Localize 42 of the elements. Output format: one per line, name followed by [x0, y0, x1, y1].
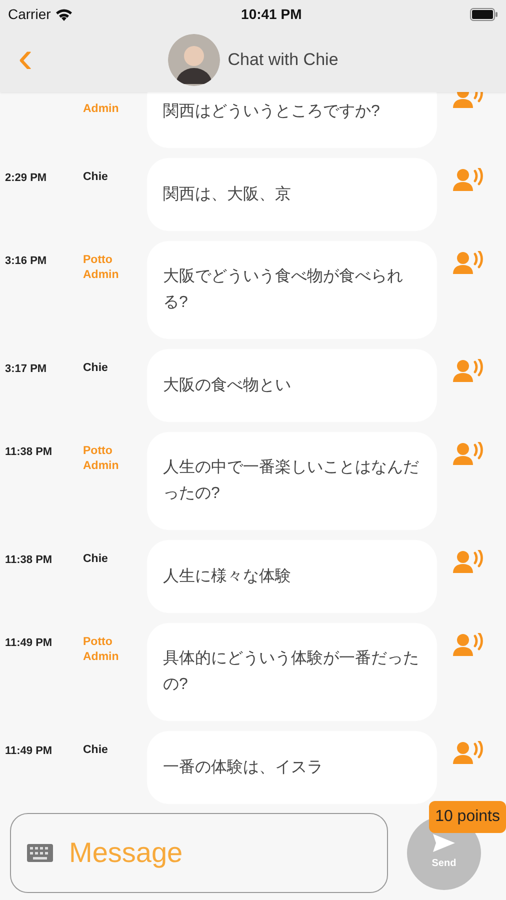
message-bubble: 具体的にどういう体験が一番だったの?: [147, 623, 437, 721]
message-bubble: 一番の体験は、イスラ: [147, 731, 437, 804]
wifi-icon: [54, 8, 73, 20]
keyboard-icon[interactable]: [27, 844, 53, 862]
speaker-person-icon[interactable]: [453, 633, 483, 657]
message-bubble: 大阪でどういう食べ物が食べられる?: [147, 241, 437, 339]
sender-name: Chie: [83, 743, 108, 758]
speaker-person-icon[interactable]: [453, 92, 483, 109]
carrier-label: Carrier: [8, 4, 51, 24]
message-time: 2:29 PM: [5, 172, 47, 184]
speaker-person-icon[interactable]: [453, 741, 483, 765]
message-time: 11:38 PM: [5, 554, 52, 566]
message-time: 3:17 PM: [5, 363, 47, 375]
message-bubble: 大阪の食べ物とい: [147, 349, 437, 422]
message-bubble: 関西は、大阪、京: [147, 158, 437, 231]
sender-name: Admin: [83, 102, 119, 117]
message-time: 11:49 PM: [5, 745, 52, 757]
sender-name: Chie: [83, 361, 108, 376]
speaker-person-icon[interactable]: [453, 359, 483, 383]
speaker-person-icon[interactable]: [453, 168, 483, 192]
speaker-person-icon[interactable]: [453, 251, 483, 275]
sender-name: Chie: [83, 552, 108, 567]
battery-icon: [470, 8, 498, 20]
sender-name: Potto Admin: [83, 444, 120, 474]
sender-name: Potto Admin: [83, 635, 120, 665]
message-time: 3:16 PM: [5, 255, 47, 267]
chat-title: Chat with Chie: [228, 49, 338, 72]
message-box[interactable]: Message: [10, 812, 388, 892]
message-input[interactable]: Message: [69, 832, 349, 874]
status-time: 10:41 PM: [241, 4, 302, 24]
message-time: 11:49 PM: [5, 637, 52, 649]
message-bubble: 人生に様々な体験: [147, 540, 437, 613]
sender-name: Potto Admin: [83, 253, 120, 283]
speaker-person-icon[interactable]: [453, 550, 483, 574]
points-badge: 10 points: [429, 801, 506, 833]
avatar-icon: [168, 34, 220, 86]
message-time: 11:38 PM: [5, 446, 52, 458]
message-bubble: 人生の中で一番楽しいことはなんだったの?: [147, 432, 437, 530]
back-button[interactable]: ‹: [14, 36, 37, 80]
speaker-person-icon[interactable]: [453, 442, 483, 466]
sender-name: Chie: [83, 170, 108, 185]
message-bubble: 関西はどういうところですか?: [147, 92, 437, 148]
